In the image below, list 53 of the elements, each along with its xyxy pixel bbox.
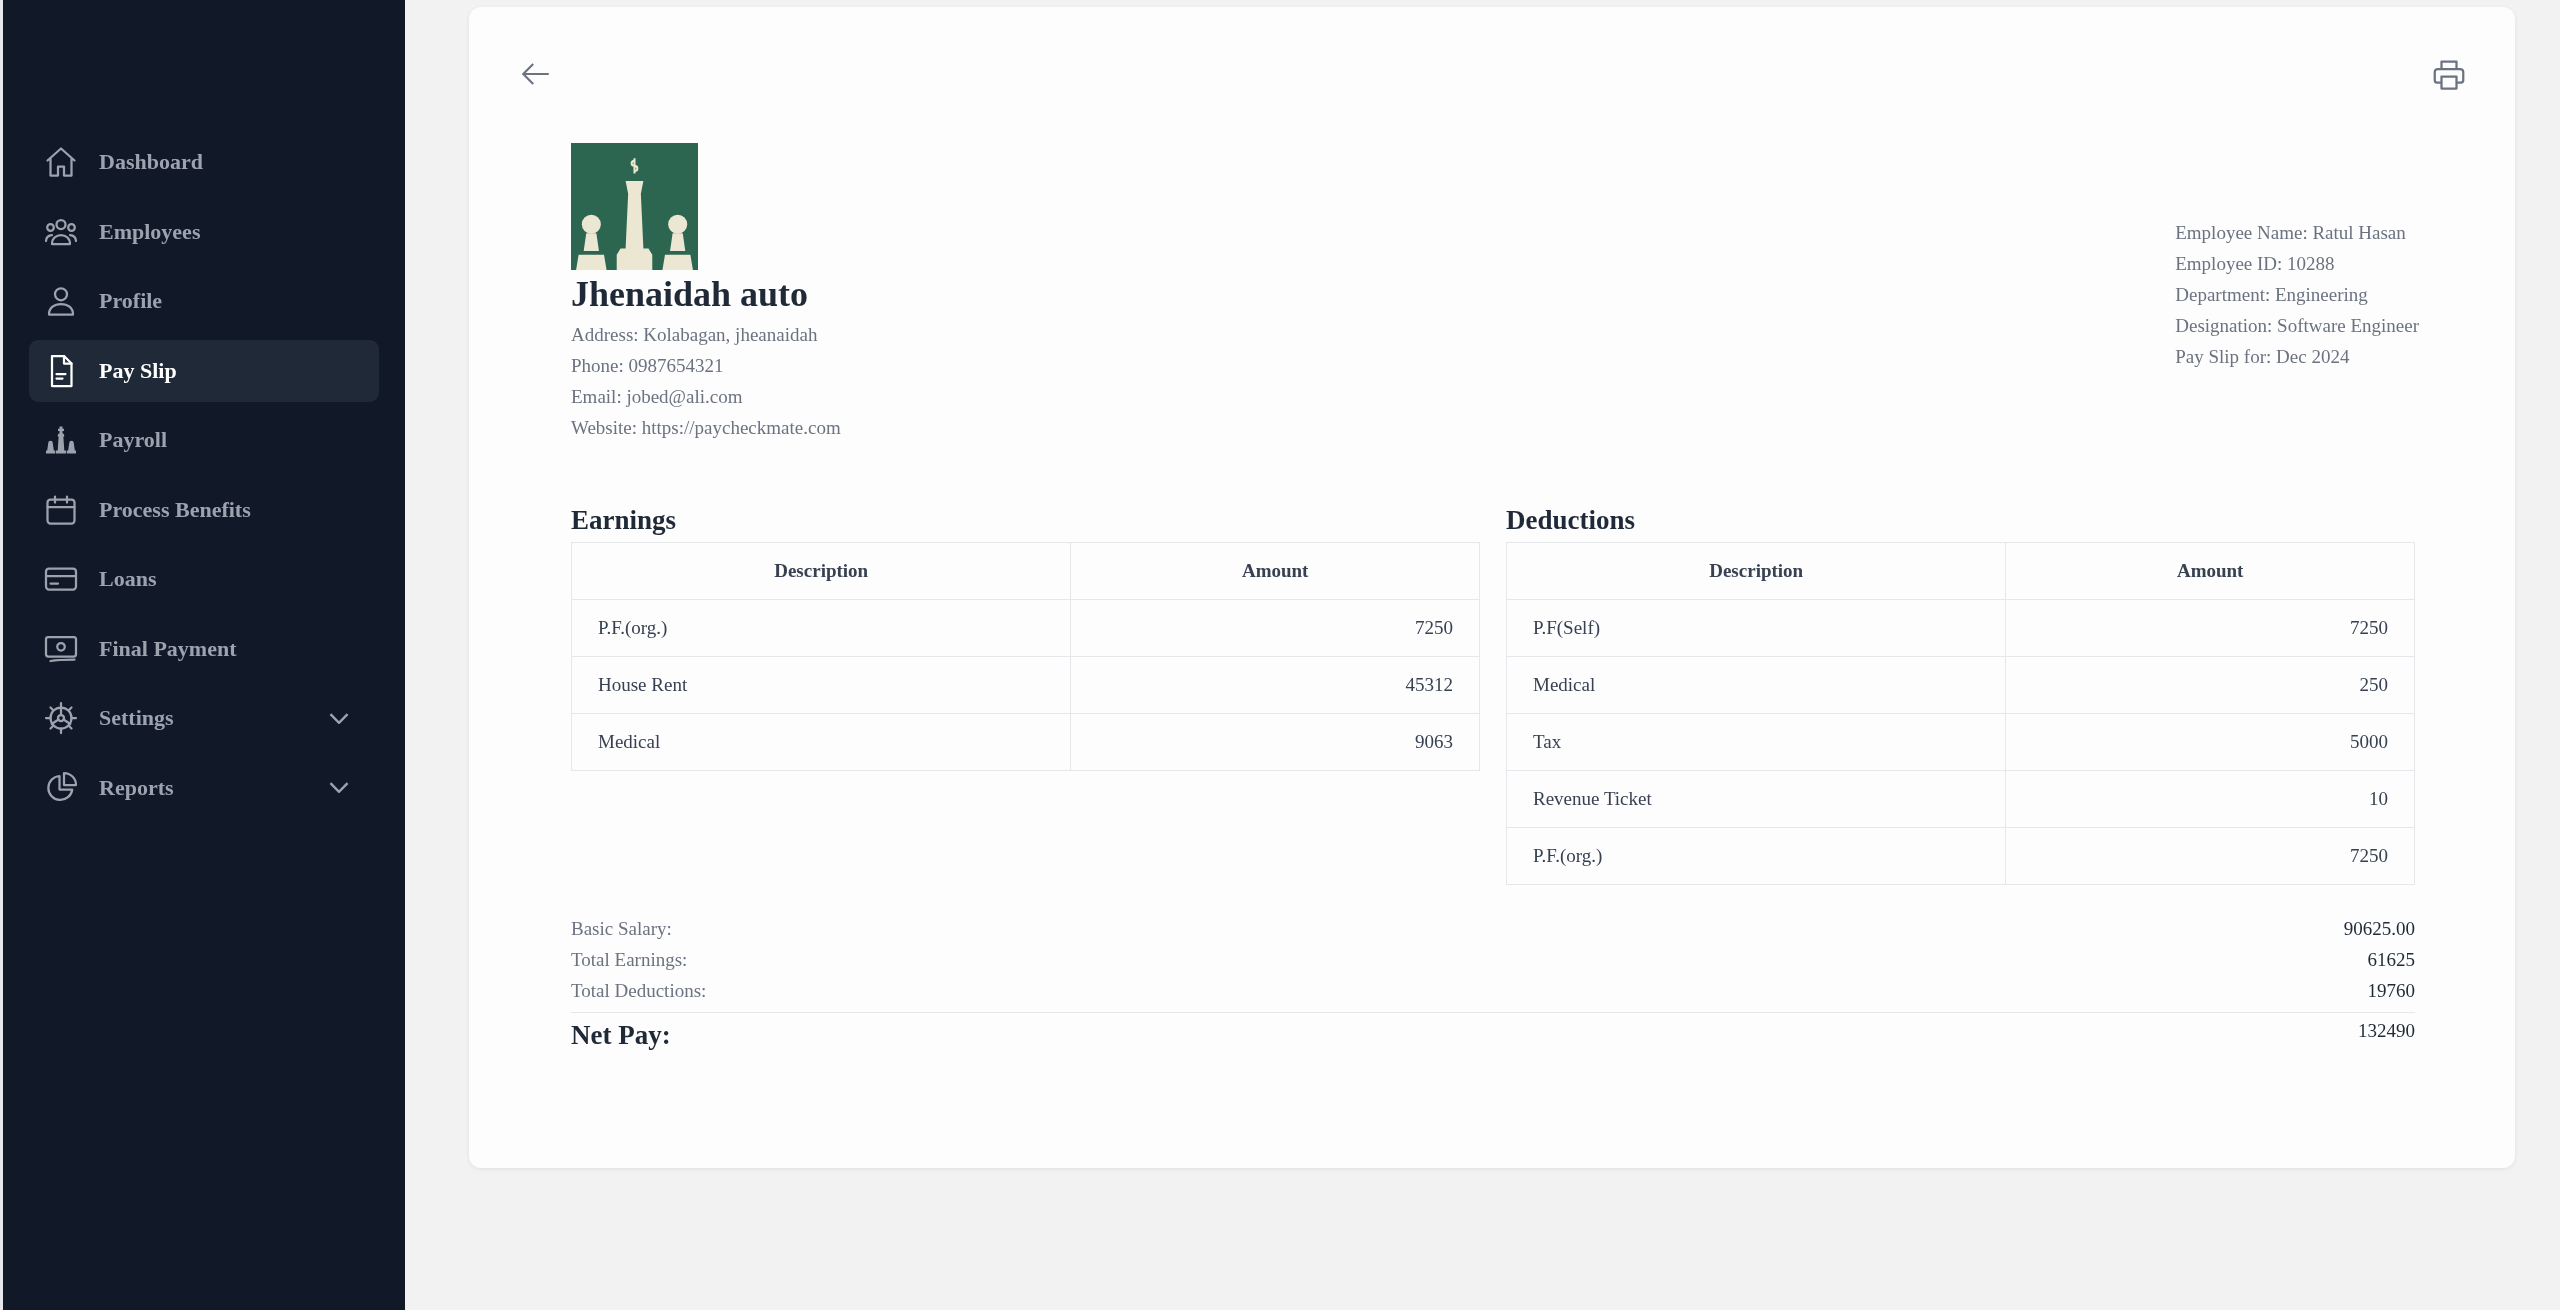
nav-item[interactable]: Profile bbox=[29, 270, 379, 332]
column-header: Amount bbox=[1070, 542, 1480, 600]
nav-item[interactable]: Reports bbox=[29, 756, 379, 819]
table-cell: 7250 bbox=[1070, 599, 1480, 657]
nav-item[interactable]: Settings bbox=[29, 687, 379, 749]
table-cell: P.F.(org.) bbox=[1506, 827, 2006, 885]
summary-label: Basic Salary: bbox=[571, 917, 672, 942]
summary-value: 19760 bbox=[2367, 979, 2415, 1004]
company-detail: Website: https://paycheckmate.com bbox=[571, 416, 841, 441]
table-cell: P.F.(org.) bbox=[571, 599, 1071, 657]
table-cell: House Rent bbox=[571, 656, 1071, 714]
house-icon bbox=[43, 144, 79, 180]
table-cell: 7250 bbox=[2005, 827, 2415, 885]
print-button[interactable] bbox=[2431, 57, 2467, 93]
employee-detail: Pay Slip for: Dec 2024 bbox=[2175, 345, 2351, 369]
column-header: Description bbox=[571, 542, 1071, 600]
gear-icon bbox=[43, 700, 79, 736]
employee-detail: Department: Engineering bbox=[2175, 283, 2369, 307]
table-cell: 45312 bbox=[1070, 656, 1480, 714]
nav-item[interactable]: Loans bbox=[29, 548, 379, 610]
company-name: Jhenaidah auto bbox=[571, 274, 810, 316]
column-header: Description bbox=[1506, 542, 2006, 600]
nav-item[interactable]: Payroll bbox=[29, 409, 379, 471]
net-pay-label: Net Pay: bbox=[571, 1019, 671, 1053]
table-cell: 250 bbox=[2005, 656, 2415, 714]
employee-detail: Designation: Software Engineer bbox=[2175, 314, 2419, 338]
table-title: Earnings bbox=[571, 505, 678, 537]
nav-item[interactable]: Process Benefits bbox=[29, 478, 379, 541]
company-detail: Email: jobed@ali.com bbox=[571, 385, 744, 410]
table-cell: 5000 bbox=[2005, 713, 2415, 771]
nav-item[interactable]: Employees bbox=[29, 200, 379, 263]
table-cell: Tax bbox=[1506, 713, 2006, 771]
summary-value: 90625.00 bbox=[2343, 917, 2415, 942]
table-cell: 9063 bbox=[1070, 713, 1480, 771]
company-detail: Address: Kolabagan, jheanaidah bbox=[571, 323, 819, 348]
column-header: Amount bbox=[2005, 542, 2415, 600]
employee-detail: Employee Name: Ratul Hasan bbox=[2175, 221, 2407, 245]
nav-item[interactable]: Pay Slip bbox=[29, 339, 379, 402]
summary-label: Total Earnings: bbox=[571, 948, 688, 973]
employee-detail: Employee ID: 10288 bbox=[2175, 252, 2336, 276]
summary-label: Total Deductions: bbox=[571, 979, 707, 1004]
summary-value: 61625 bbox=[2367, 948, 2415, 973]
table-cell: 7250 bbox=[2005, 599, 2415, 657]
table-cell: Medical bbox=[1506, 656, 2006, 714]
company-detail: Phone: 0987654321 bbox=[571, 354, 725, 379]
table-title: Deductions bbox=[1506, 505, 1636, 537]
table-cell: Medical bbox=[571, 713, 1071, 771]
table-cell: P.F(Self) bbox=[1506, 599, 2006, 657]
table-cell: 10 bbox=[2005, 770, 2415, 828]
table-cell: Revenue Ticket bbox=[1506, 770, 2006, 828]
nav-item[interactable]: Final Payment bbox=[29, 617, 379, 680]
nav-item[interactable]: Dashboard bbox=[29, 131, 379, 193]
net-pay-value: 132490 bbox=[2358, 1019, 2415, 1044]
